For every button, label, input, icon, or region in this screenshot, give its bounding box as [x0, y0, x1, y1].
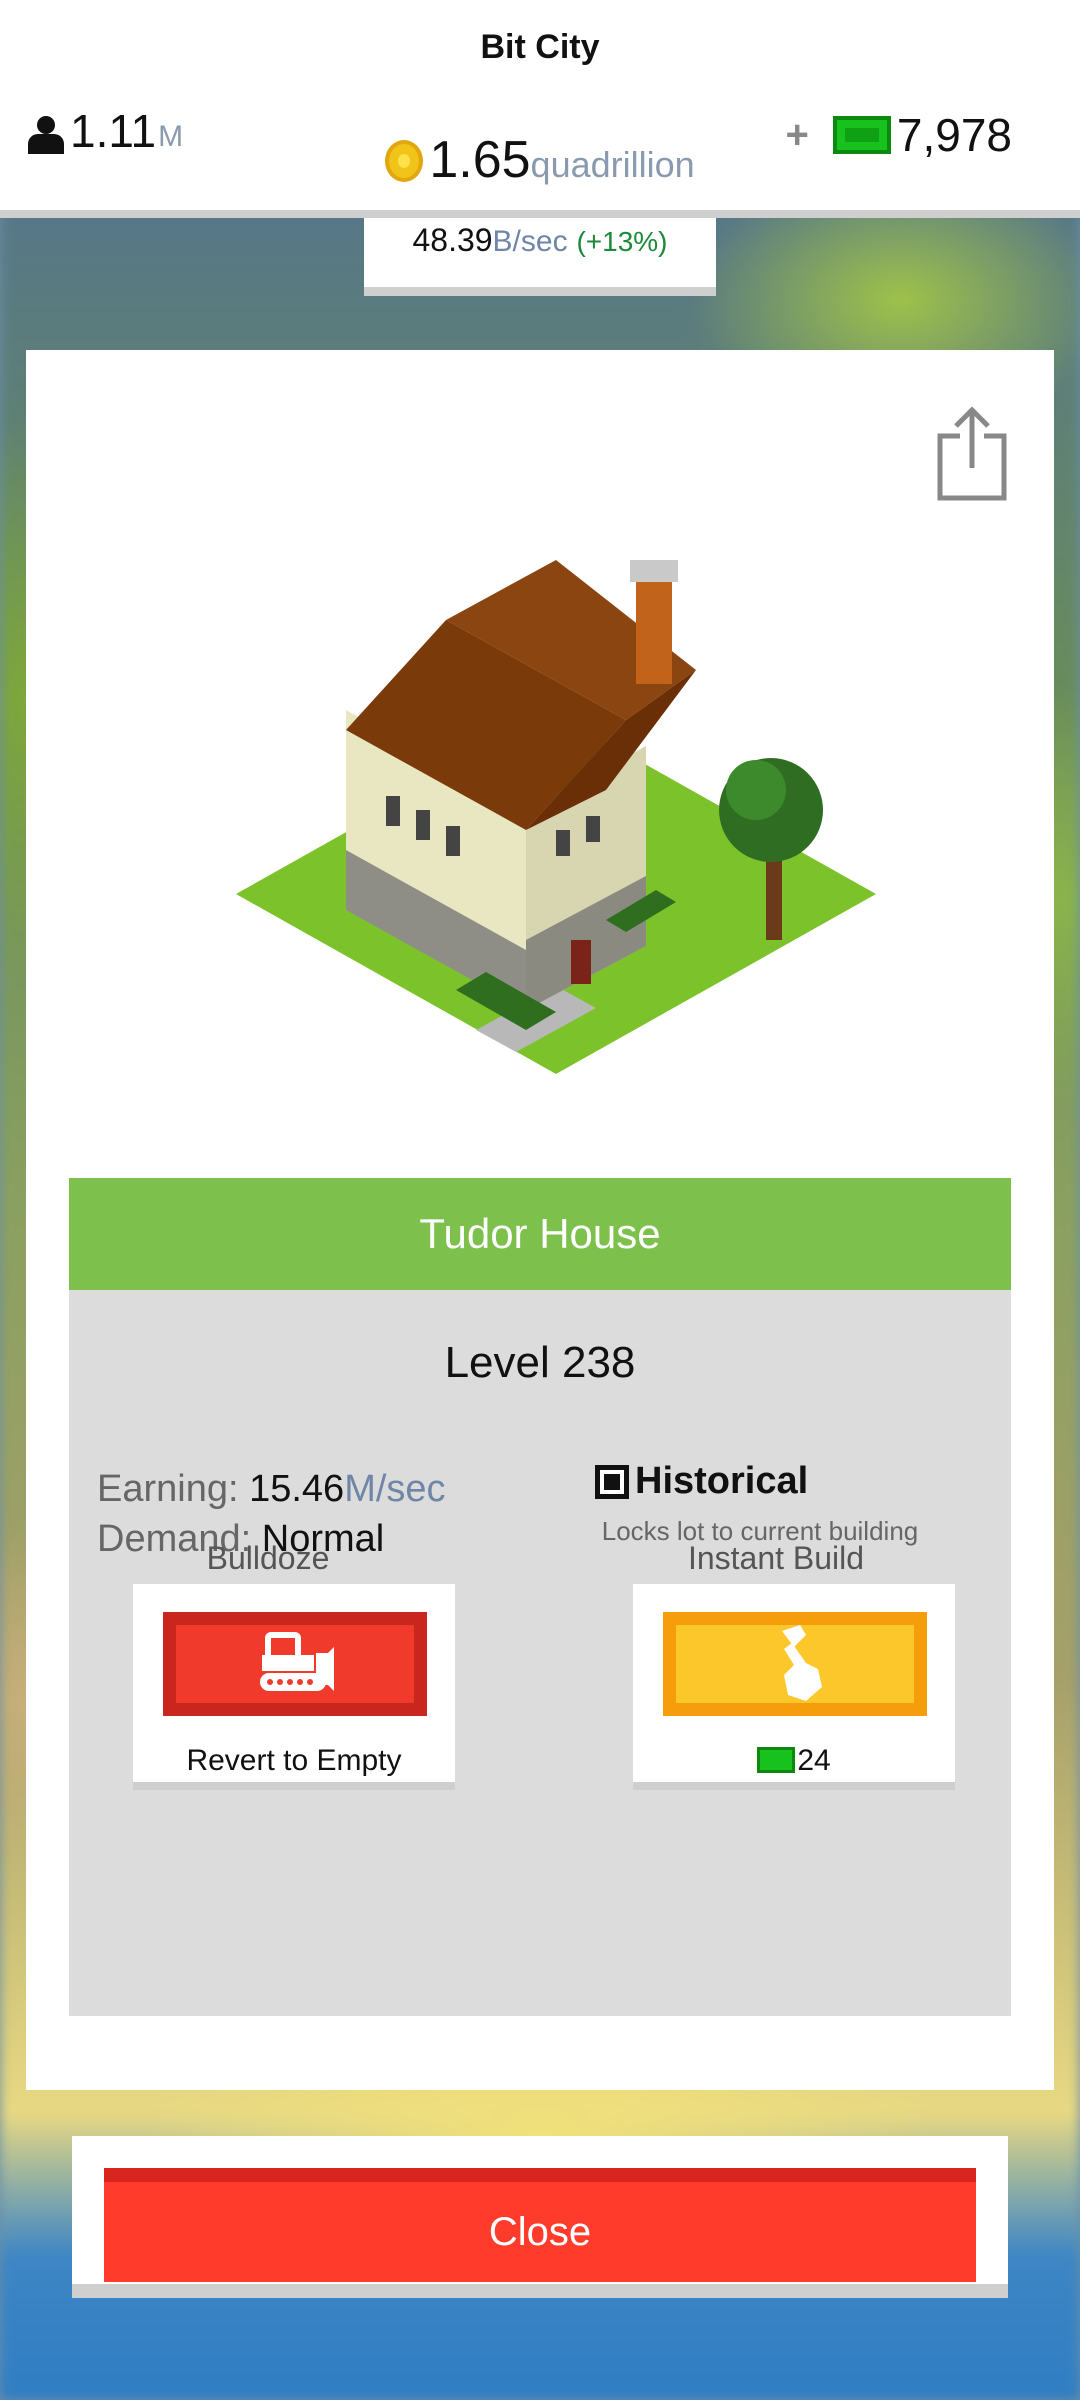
close-card: Close	[72, 2136, 1008, 2298]
bulldoze-button[interactable]	[163, 1612, 427, 1716]
app-title: Bit City	[480, 28, 600, 66]
hammer-icon	[782, 1625, 822, 1701]
share-icon[interactable]	[934, 406, 1010, 502]
tudor-house-illustration	[236, 560, 876, 1074]
cash-icon	[832, 116, 891, 154]
bulldozer-icon	[260, 1632, 334, 1691]
bulldoze-card: Revert to Empty	[133, 1584, 455, 1790]
close-button[interactable]: Close	[104, 2168, 976, 2282]
earning-label: Earning:	[97, 1468, 250, 1510]
building-detail-dialog: Tudor House Level 238 Earning: 15.46M/se…	[26, 350, 1054, 2090]
historical-toggle[interactable]: Historical	[595, 1460, 808, 1503]
instant-build-cost: 24	[633, 1744, 955, 1778]
rate-unit: B/sec	[492, 225, 568, 258]
instant-build-title: Instant Build	[687, 1540, 865, 1576]
add-cash-button[interactable]: +	[786, 113, 809, 158]
earning-unit: M/sec	[344, 1468, 446, 1510]
top-status-bar: Bit City 1.11 M 1.65 quadrillion + 7,978	[0, 0, 1080, 218]
bulldoze-title: Bulldoze	[206, 1540, 330, 1576]
cash-counter[interactable]: + 7,978	[786, 108, 1012, 162]
building-name: Tudor House	[419, 1210, 661, 1257]
checkbox-icon[interactable]	[595, 1464, 629, 1499]
building-level: Level 238	[444, 1338, 636, 1387]
instant-cost-value: 24	[797, 1744, 831, 1777]
money-value: 1.65	[429, 131, 531, 189]
income-rate: 48.39B/sec (+13%)	[364, 222, 716, 259]
cash-icon	[757, 1747, 796, 1773]
instant-build-card: 24	[633, 1584, 955, 1790]
instant-build-button[interactable]	[663, 1612, 927, 1716]
rate-value: 48.39	[412, 222, 493, 258]
bulldoze-caption: Revert to Empty	[186, 1744, 402, 1777]
earning-value: 15.46	[249, 1468, 345, 1510]
historical-label: Historical	[635, 1460, 809, 1502]
cash-value: 7,978	[896, 109, 1012, 161]
rate-bonus: (+13%)	[576, 226, 668, 257]
building-name-bar: Tudor House	[69, 1178, 1011, 1290]
coin-icon	[385, 140, 424, 182]
building-info-panel: Level 238 Earning: 15.46M/sec Demand: No…	[69, 1290, 1011, 2016]
money-unit: quadrillion	[530, 144, 695, 185]
